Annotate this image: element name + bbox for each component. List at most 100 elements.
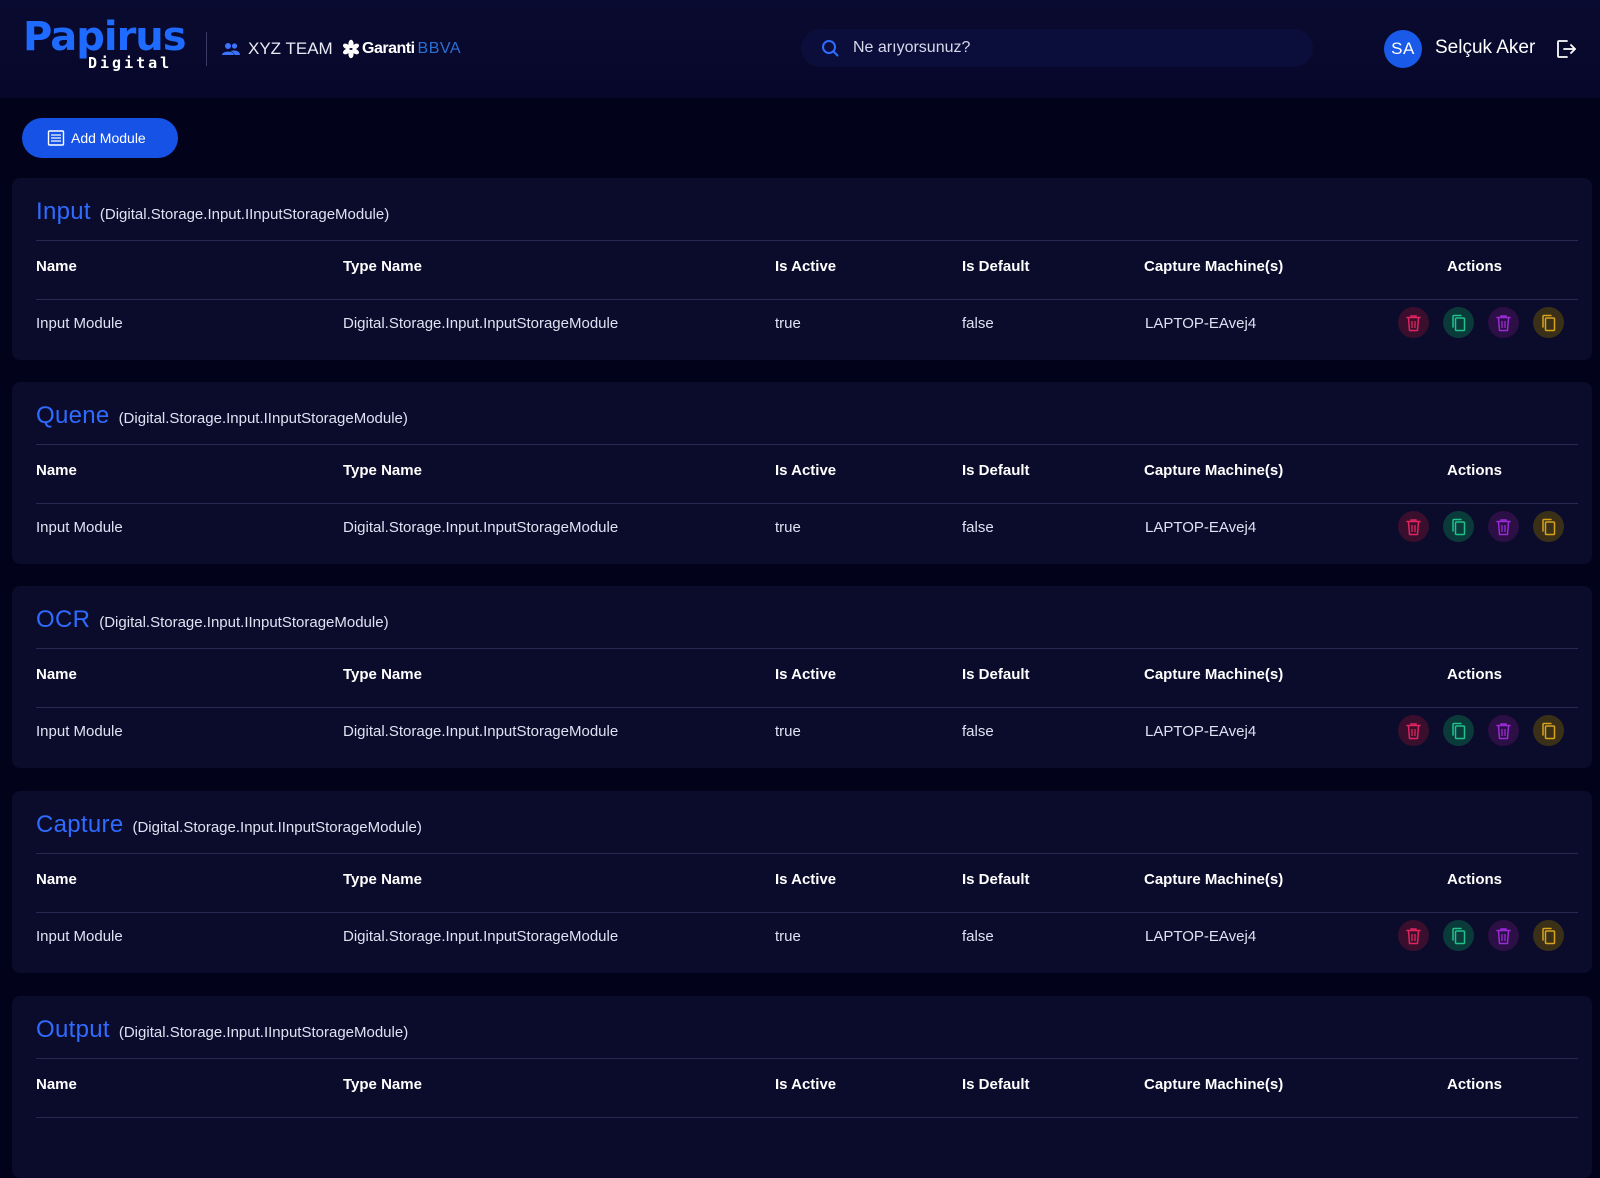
column-header-name: Name xyxy=(36,258,77,275)
trash-icon xyxy=(1405,722,1422,740)
copy-icon xyxy=(1450,927,1467,945)
column-header-type-name: Type Name xyxy=(343,666,422,683)
section-title: Input xyxy=(36,198,91,225)
remove-button[interactable] xyxy=(1488,920,1519,951)
bank-logo: Garanti BBVA xyxy=(343,36,461,62)
trash-icon xyxy=(1495,722,1512,740)
section-header: Output (Digital.Storage.Input.IInputStor… xyxy=(36,1016,408,1044)
cell-is-active: true xyxy=(775,928,801,945)
delete-button[interactable] xyxy=(1398,307,1429,338)
column-header-is-active: Is Active xyxy=(775,666,837,683)
cell-name: Input Module xyxy=(36,519,123,536)
column-header-actions: Actions xyxy=(1447,462,1503,479)
duplicate-button[interactable] xyxy=(1533,920,1564,951)
papirus-logo[interactable]: Papirus Digital xyxy=(23,14,193,76)
row-actions xyxy=(1398,511,1564,542)
column-header-is-default: Is Default xyxy=(962,462,1030,479)
remove-button[interactable] xyxy=(1488,307,1519,338)
section-divider xyxy=(36,648,1578,649)
trash-icon xyxy=(1495,927,1512,945)
section-interface: (Digital.Storage.Input.IInputStorageModu… xyxy=(99,614,389,631)
copy-button[interactable] xyxy=(1443,920,1474,951)
column-header-type-name: Type Name xyxy=(343,871,422,888)
users-icon xyxy=(222,43,240,55)
column-header-is-active: Is Active xyxy=(775,258,837,275)
delete-button[interactable] xyxy=(1398,715,1429,746)
search-input[interactable] xyxy=(853,39,1273,57)
row-actions xyxy=(1398,715,1564,746)
cell-capture-machine: LAPTOP-EAvej4 xyxy=(1145,519,1257,536)
module-section: Output (Digital.Storage.Input.IInputStor… xyxy=(12,996,1592,1178)
module-section: OCR (Digital.Storage.Input.IInputStorage… xyxy=(12,586,1592,768)
trash-icon xyxy=(1495,314,1512,332)
column-header-capture-machines: Capture Machine(s) xyxy=(1144,462,1284,479)
column-header-type-name: Type Name xyxy=(343,1076,422,1093)
section-title: Quene xyxy=(36,402,110,429)
copy-icon xyxy=(1540,314,1557,332)
search-icon xyxy=(822,40,839,57)
column-header-actions: Actions xyxy=(1447,666,1503,683)
header-divider-line xyxy=(36,1117,1578,1118)
avatar[interactable]: SA xyxy=(1384,30,1422,68)
column-header-is-default: Is Default xyxy=(962,666,1030,683)
header-divider xyxy=(206,32,207,66)
column-header-is-default: Is Default xyxy=(962,1076,1030,1093)
copy-icon xyxy=(1450,518,1467,536)
copy-icon xyxy=(1450,314,1467,332)
column-header-name: Name xyxy=(36,462,77,479)
user-name[interactable]: Selçuk Aker xyxy=(1435,37,1535,59)
logout-icon[interactable] xyxy=(1554,37,1578,61)
cell-capture-machine: LAPTOP-EAvej4 xyxy=(1145,315,1257,332)
delete-button[interactable] xyxy=(1398,920,1429,951)
trash-icon xyxy=(1405,518,1422,536)
copy-button[interactable] xyxy=(1443,307,1474,338)
cell-is-default: false xyxy=(962,519,994,536)
cell-is-default: false xyxy=(962,928,994,945)
cell-is-active: true xyxy=(775,723,801,740)
section-header: Capture (Digital.Storage.Input.IInputSto… xyxy=(36,811,422,839)
section-title: Output xyxy=(36,1016,110,1043)
cell-capture-machine: LAPTOP-EAvej4 xyxy=(1145,928,1257,945)
remove-button[interactable] xyxy=(1488,511,1519,542)
duplicate-button[interactable] xyxy=(1533,511,1564,542)
section-header: OCR (Digital.Storage.Input.IInputStorage… xyxy=(36,606,389,634)
add-module-button[interactable]: Add Module xyxy=(22,118,178,158)
copy-button[interactable] xyxy=(1443,511,1474,542)
team-selector[interactable]: XYZ TEAM xyxy=(222,36,333,62)
duplicate-button[interactable] xyxy=(1533,715,1564,746)
column-header-is-active: Is Active xyxy=(775,462,837,479)
bank-suffix: BBVA xyxy=(417,40,462,57)
duplicate-button[interactable] xyxy=(1533,307,1564,338)
search-bar[interactable] xyxy=(801,29,1313,67)
cell-is-active: true xyxy=(775,519,801,536)
section-divider xyxy=(36,1058,1578,1059)
section-header: Input (Digital.Storage.Input.IInputStora… xyxy=(36,198,389,226)
column-header-capture-machines: Capture Machine(s) xyxy=(1144,1076,1284,1093)
section-divider xyxy=(36,444,1578,445)
column-header-is-active: Is Active xyxy=(775,1076,837,1093)
copy-button[interactable] xyxy=(1443,715,1474,746)
team-label: XYZ TEAM xyxy=(248,39,333,58)
column-header-type-name: Type Name xyxy=(343,462,422,479)
column-header-is-default: Is Default xyxy=(962,871,1030,888)
module-section: Input (Digital.Storage.Input.IInputStora… xyxy=(12,178,1592,360)
cell-type-name: Digital.Storage.Input.InputStorageModule xyxy=(343,519,619,536)
copy-icon xyxy=(1450,722,1467,740)
cell-name: Input Module xyxy=(36,928,123,945)
delete-button[interactable] xyxy=(1398,511,1429,542)
module-section: Quene (Digital.Storage.Input.IInputStora… xyxy=(12,382,1592,564)
copy-icon xyxy=(1540,722,1557,740)
add-module-label: Add Module xyxy=(71,130,146,146)
column-header-name: Name xyxy=(36,871,77,888)
clover-icon xyxy=(343,39,359,59)
header-divider-line xyxy=(36,503,1578,504)
column-header-capture-machines: Capture Machine(s) xyxy=(1144,258,1284,275)
header-divider-line xyxy=(36,707,1578,708)
cell-is-default: false xyxy=(962,315,994,332)
remove-button[interactable] xyxy=(1488,715,1519,746)
section-header: Quene (Digital.Storage.Input.IInputStora… xyxy=(36,402,408,430)
section-divider xyxy=(36,240,1578,241)
column-header-is-active: Is Active xyxy=(775,871,837,888)
cell-type-name: Digital.Storage.Input.InputStorageModule xyxy=(343,315,619,332)
section-interface: (Digital.Storage.Input.IInputStorageModu… xyxy=(118,410,408,427)
